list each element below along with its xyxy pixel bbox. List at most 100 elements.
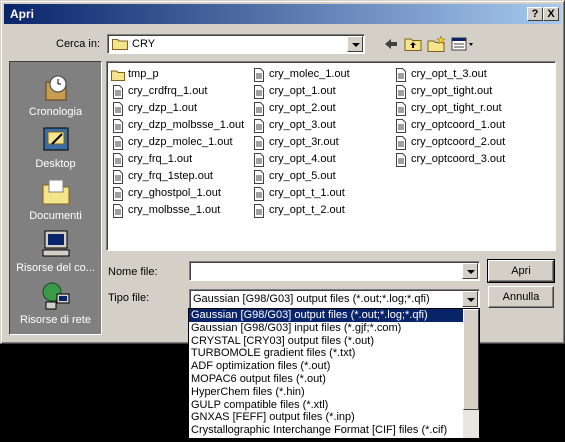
file-item[interactable]: cry_optcoord_1.out: [392, 117, 505, 134]
view-menu-icon[interactable]: [450, 35, 476, 53]
file-column-2: cry_molec_1.out cry_opt_1.out cry_opt_2.ou…: [250, 66, 350, 219]
network-icon: [42, 282, 69, 310]
filename-input[interactable]: [189, 261, 480, 281]
lookin-combobox[interactable]: CRY: [107, 34, 365, 54]
file-icon: [113, 119, 123, 133]
file-list[interactable]: tmp_p cry_crdfrq_1.out cry_dzp_1.out cry_dz…: [106, 61, 556, 251]
filetype-value: Gaussian [G98/G03] output files (*.out;*…: [193, 293, 430, 305]
file-item[interactable]: cry_opt_3r.out: [250, 134, 350, 151]
close-button[interactable]: X: [543, 7, 559, 21]
place-label: Risorse di rete: [20, 314, 91, 326]
place-my-computer[interactable]: Risorse del co...: [10, 228, 101, 274]
file-name: cry_opt_t_3.out: [411, 68, 487, 80]
file-item[interactable]: cry_opt_5.out: [250, 168, 350, 185]
filetype-dropdown-list[interactable]: Gaussian [G98/G03] output files (*.out;*…: [188, 308, 480, 439]
file-item[interactable]: cry_ghostpol_1.out: [109, 185, 244, 202]
help-button[interactable]: ?: [527, 7, 543, 21]
chevron-down-icon[interactable]: [462, 263, 478, 279]
file-icon: [254, 153, 264, 167]
file-name: cry_optcoord_2.out: [411, 136, 506, 148]
open-button[interactable]: Apri: [487, 259, 555, 283]
filetype-option[interactable]: Gaussian [G98/G03] output files (*.out;*…: [189, 309, 479, 322]
up-folder-icon[interactable]: [403, 35, 423, 53]
chevron-down-icon[interactable]: [347, 36, 363, 52]
file-name: cry_dzp_molec_1.out: [128, 136, 233, 148]
place-history[interactable]: Cronologia: [10, 72, 101, 118]
file-item[interactable]: cry_opt_t_1.out: [250, 185, 350, 202]
filetype-option[interactable]: HyperChem files (*.hin): [189, 386, 479, 399]
file-name: cry_frq_1.out: [128, 153, 193, 165]
filetype-option[interactable]: TURBOMOLE gradient files (*.txt): [189, 347, 479, 360]
file-icon: [396, 85, 406, 99]
filetype-label: Tipo file:: [108, 292, 150, 304]
place-label: Documenti: [29, 210, 82, 222]
filetype-option[interactable]: Crystallographic Interchange Format [CIF…: [189, 424, 479, 437]
file-item[interactable]: cry_opt_2.out: [250, 100, 350, 117]
file-name: cry_frq_1step.out: [128, 170, 213, 182]
filetype-option[interactable]: GNXAS [FEFF] output files (*.inp): [189, 411, 479, 424]
file-item[interactable]: cry_frq_1.out: [109, 151, 244, 168]
folder-icon: [112, 39, 128, 50]
file-item[interactable]: cry_opt_4.out: [250, 151, 350, 168]
chevron-down-icon[interactable]: [462, 291, 478, 307]
file-item[interactable]: cry_opt_tight_r.out: [392, 100, 505, 117]
file-icon: [254, 204, 264, 218]
file-item[interactable]: cry_opt_1.out: [250, 83, 350, 100]
file-item[interactable]: cry_optcoord_3.out: [392, 151, 505, 168]
file-column-3: cry_opt_t_3.out cry_opt_tight.out cry_opt_…: [392, 66, 505, 168]
file-icon: [113, 187, 123, 201]
file-item[interactable]: cry_molbsse_1.out: [109, 202, 244, 219]
file-item[interactable]: cry_crdfrq_1.out: [109, 83, 244, 100]
file-icon: [254, 85, 264, 99]
new-folder-icon[interactable]: [426, 35, 446, 53]
title-bar[interactable]: Apri ? X: [4, 4, 561, 24]
filetype-option[interactable]: GULP compatible files (*.xtl): [189, 399, 479, 412]
place-label: Risorse del co...: [16, 262, 95, 274]
file-icon: [254, 102, 264, 116]
file-item[interactable]: cry_dzp_molbsse_1.out: [109, 117, 244, 134]
file-icon: [113, 85, 123, 99]
file-icon: [113, 170, 123, 184]
filetype-option[interactable]: MOPAC6 output files (*.out): [189, 373, 479, 386]
file-name: cry_crdfrq_1.out: [128, 85, 208, 97]
file-item[interactable]: cry_optcoord_2.out: [392, 134, 505, 151]
file-item[interactable]: cry_opt_t_2.out: [250, 202, 350, 219]
file-name: cry_optcoord_1.out: [411, 119, 506, 131]
file-item[interactable]: cry_frq_1step.out: [109, 168, 244, 185]
file-icon: [254, 187, 264, 201]
open-file-dialog: Apri ? X Cerca in: CRY Cronologia Deskto…: [0, 0, 565, 344]
file-item[interactable]: cry_dzp_1.out: [109, 100, 244, 117]
file-name: cry_opt_4.out: [269, 153, 336, 165]
place-label: Cronologia: [28, 106, 83, 118]
file-icon: [113, 204, 123, 218]
place-network[interactable]: Risorse di rete: [10, 280, 101, 326]
scrollbar-thumb[interactable]: [463, 309, 479, 410]
filetype-option[interactable]: CRYSTAL [CRY03] output files (*.out): [189, 335, 479, 348]
scrollbar[interactable]: [463, 309, 479, 438]
place-desktop[interactable]: Desktop: [10, 124, 101, 170]
file-item[interactable]: cry_dzp_molec_1.out: [109, 134, 244, 151]
file-name: cry_opt_2.out: [269, 102, 336, 114]
file-name: cry_opt_3r.out: [269, 136, 339, 148]
file-name: cry_dzp_molbsse_1.out: [128, 119, 245, 131]
file-icon: [396, 119, 406, 133]
my-computer-icon: [42, 230, 69, 257]
filetype-select[interactable]: Gaussian [G98/G03] output files (*.out;*…: [189, 289, 480, 309]
file-name: cry_molbsse_1.out: [128, 204, 221, 216]
file-item[interactable]: cry_opt_t_3.out: [392, 66, 505, 83]
cancel-button[interactable]: Annulla: [488, 286, 554, 308]
file-item[interactable]: cry_opt_3.out: [250, 117, 350, 134]
back-arrow-icon[interactable]: [381, 35, 401, 53]
folder-icon: [111, 70, 125, 81]
file-icon: [396, 153, 406, 167]
file-name: cry_molec_1.out: [269, 68, 350, 80]
file-icon: [254, 136, 264, 150]
history-icon: [45, 75, 66, 101]
file-item[interactable]: cry_opt_tight.out: [392, 83, 505, 100]
filetype-option[interactable]: Gaussian [G98/G03] input files (*.gjf;*.…: [189, 322, 479, 335]
file-item[interactable]: tmp_p: [109, 66, 244, 83]
file-item[interactable]: cry_molec_1.out: [250, 66, 350, 83]
file-name: cry_ghostpol_1.out: [128, 187, 221, 199]
filetype-option[interactable]: ADF optimization files (*.out): [189, 360, 479, 373]
place-documents[interactable]: Documenti: [10, 176, 101, 222]
